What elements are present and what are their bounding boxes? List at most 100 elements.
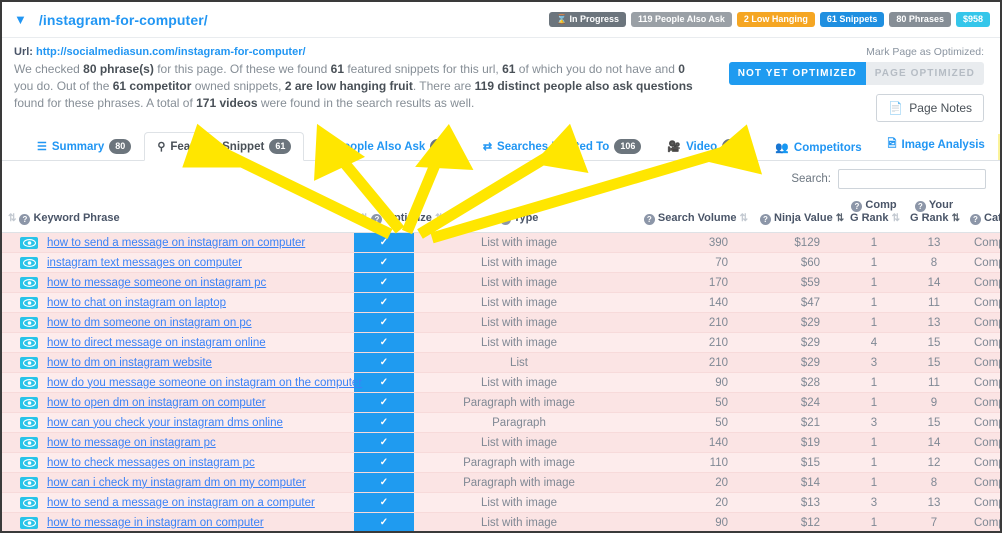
table-row[interactable]: how to message in instagram on computer ✓…	[2, 513, 1002, 533]
optimize-checkbox[interactable]: ✓	[380, 377, 388, 388]
preview-eye-icon[interactable]	[20, 437, 38, 449]
sort-icon[interactable]: ⇅	[892, 213, 900, 224]
keyword-link[interactable]: how to dm someone on instagram on pc	[47, 317, 252, 329]
preview-eye-icon[interactable]	[20, 517, 38, 529]
preview-eye-icon[interactable]	[20, 257, 38, 269]
col-your-g-rank[interactable]: ?Your G Rank ⇅	[904, 195, 964, 233]
table-row[interactable]: how to send a message on instagram on a …	[2, 493, 1002, 513]
cell-optimize[interactable]: ✓	[354, 373, 414, 393]
col-search-volume[interactable]: ?Search Volume ⇅	[624, 195, 754, 233]
cell-optimize[interactable]: ✓	[354, 313, 414, 333]
sort-icon-desc[interactable]: ⇅	[952, 213, 960, 224]
keyword-link[interactable]: how to check messages on instagram pc	[47, 457, 255, 469]
tab-page-optimizer[interactable]: ✎ Page Optimizer	[998, 134, 1002, 160]
keyword-link[interactable]: how to message on instagram pc	[47, 437, 216, 449]
table-row[interactable]: how to check messages on instagram pc✓Pa…	[2, 453, 1002, 473]
page-notes-button[interactable]: 📄 Page Notes	[876, 94, 984, 122]
col-optimize[interactable]: ⇅ ?Optimize ⇅	[354, 195, 414, 233]
cell-optimize[interactable]: ✓	[354, 253, 414, 273]
cell-optimize[interactable]: ✓	[354, 473, 414, 493]
optimize-checkbox[interactable]: ✓	[380, 417, 388, 428]
table-row[interactable]: how to chat on instagram on laptop✓List …	[2, 293, 1002, 313]
tab-featured-snippet[interactable]: ⚲ Featured Snippet 61	[144, 132, 304, 161]
sort-icon-desc[interactable]: ⇅	[836, 213, 844, 224]
col-comp-g-rank[interactable]: ?Comp G Rank ⇅	[844, 195, 904, 233]
preview-eye-icon[interactable]	[20, 357, 38, 369]
col-keyword-phrase[interactable]: ⇅ ?Keyword Phrase	[2, 195, 354, 233]
table-row[interactable]: how to dm on instagram website✓List210$2…	[2, 353, 1002, 373]
cell-optimize[interactable]: ✓	[354, 273, 414, 293]
help-icon[interactable]: ?	[371, 214, 382, 225]
cell-optimize[interactable]: ✓	[354, 513, 414, 533]
help-icon[interactable]: ?	[851, 201, 862, 212]
table-row[interactable]: how to message on instagram pc✓List with…	[2, 433, 1002, 453]
optimize-toggle-group[interactable]: NOT YET OPTIMIZED PAGE OPTIMIZED	[729, 62, 984, 85]
cell-optimize[interactable]: ✓	[354, 293, 414, 313]
help-icon[interactable]: ?	[760, 214, 771, 225]
optimize-checkbox[interactable]: ✓	[380, 397, 388, 408]
optimize-checkbox[interactable]: ✓	[380, 317, 388, 328]
optimize-checkbox[interactable]: ✓	[380, 297, 388, 308]
optimize-checkbox[interactable]: ✓	[380, 357, 388, 368]
optimize-checkbox[interactable]: ✓	[380, 277, 388, 288]
help-icon[interactable]: ?	[915, 201, 926, 212]
keyword-link[interactable]: how can you check your instagram dms onl…	[47, 417, 283, 429]
col-type[interactable]: ?Type	[414, 195, 624, 233]
preview-eye-icon[interactable]	[20, 417, 38, 429]
help-icon[interactable]: ?	[970, 214, 981, 225]
optimize-checkbox[interactable]: ✓	[380, 517, 388, 528]
keyword-link[interactable]: instagram text messages on computer	[47, 257, 242, 269]
cell-optimize[interactable]: ✓	[354, 333, 414, 353]
table-row[interactable]: how to open dm on instagram on computer ✓…	[2, 393, 1002, 413]
not-yet-optimized-button[interactable]: NOT YET OPTIMIZED	[729, 62, 866, 85]
keyword-link[interactable]: how to send a message on instagram on co…	[47, 237, 305, 249]
keyword-link[interactable]: how do you message someone on instagram …	[47, 377, 362, 389]
preview-eye-icon[interactable]	[20, 497, 38, 509]
preview-eye-icon[interactable]	[20, 277, 38, 289]
cell-optimize[interactable]: ✓	[354, 433, 414, 453]
optimize-checkbox[interactable]: ✓	[380, 437, 388, 448]
table-row[interactable]: how do you message someone on instagram …	[2, 373, 1002, 393]
preview-eye-icon[interactable]	[20, 457, 38, 469]
cell-optimize[interactable]: ✓	[354, 233, 414, 253]
keyword-link[interactable]: how can i check my instagram dm on my co…	[47, 477, 306, 489]
cell-optimize[interactable]: ✓	[354, 453, 414, 473]
tab-people-also-ask[interactable]: 💬 People Also Ask 119	[304, 132, 470, 160]
preview-eye-icon[interactable]	[20, 317, 38, 329]
chevron-down-icon[interactable]: ▼	[14, 13, 27, 26]
preview-eye-icon[interactable]	[20, 237, 38, 249]
cell-optimize[interactable]: ✓	[354, 393, 414, 413]
sort-icon[interactable]: ⇅	[435, 213, 443, 224]
optimize-checkbox[interactable]: ✓	[380, 497, 388, 508]
optimize-checkbox[interactable]: ✓	[380, 257, 388, 268]
search-input[interactable]	[838, 169, 986, 189]
tab-competitors[interactable]: 👥 Competitors	[762, 134, 874, 160]
keyword-link[interactable]: how to open dm on instagram on computer	[47, 397, 266, 409]
keyword-link[interactable]: how to dm on instagram website	[47, 357, 212, 369]
page-title[interactable]: /instagram-for-computer/	[39, 12, 208, 28]
sort-icon[interactable]: ⇅	[740, 213, 748, 224]
keyword-link[interactable]: how to direct message on instagram onlin…	[47, 337, 266, 349]
page-url-link[interactable]: http://socialmediasun.com/instagram-for-…	[36, 46, 306, 58]
table-row[interactable]: how can you check your instagram dms onl…	[2, 413, 1002, 433]
table-row[interactable]: instagram text messages on computer✓List…	[2, 253, 1002, 273]
keyword-link[interactable]: how to chat on instagram on laptop	[47, 297, 226, 309]
keyword-link[interactable]: how to message in instagram on computer	[47, 517, 264, 529]
help-icon[interactable]: ?	[644, 214, 655, 225]
page-optimized-button[interactable]: PAGE OPTIMIZED	[866, 62, 984, 85]
tab-summary[interactable]: ☰ Summary 80	[24, 132, 144, 160]
sort-icon[interactable]: ⇅	[8, 213, 16, 224]
table-row[interactable]: how can i check my instagram dm on my co…	[2, 473, 1002, 493]
sort-icon[interactable]: ⇅	[360, 213, 368, 224]
table-row[interactable]: how to send a message on instagram on co…	[2, 233, 1002, 253]
optimize-checkbox[interactable]: ✓	[380, 337, 388, 348]
keyword-link[interactable]: how to message someone on instagram pc	[47, 277, 266, 289]
optimize-checkbox[interactable]: ✓	[380, 477, 388, 488]
tab-video[interactable]: 🎥 Video 171	[654, 132, 762, 160]
cell-optimize[interactable]: ✓	[354, 413, 414, 433]
optimize-checkbox[interactable]: ✓	[380, 237, 388, 248]
col-ninja-value[interactable]: ?Ninja Value ⇅	[754, 195, 844, 233]
preview-eye-icon[interactable]	[20, 297, 38, 309]
tab-searches-related-to[interactable]: ⇄ Searches Related To 106	[470, 132, 655, 160]
preview-eye-icon[interactable]	[20, 377, 38, 389]
